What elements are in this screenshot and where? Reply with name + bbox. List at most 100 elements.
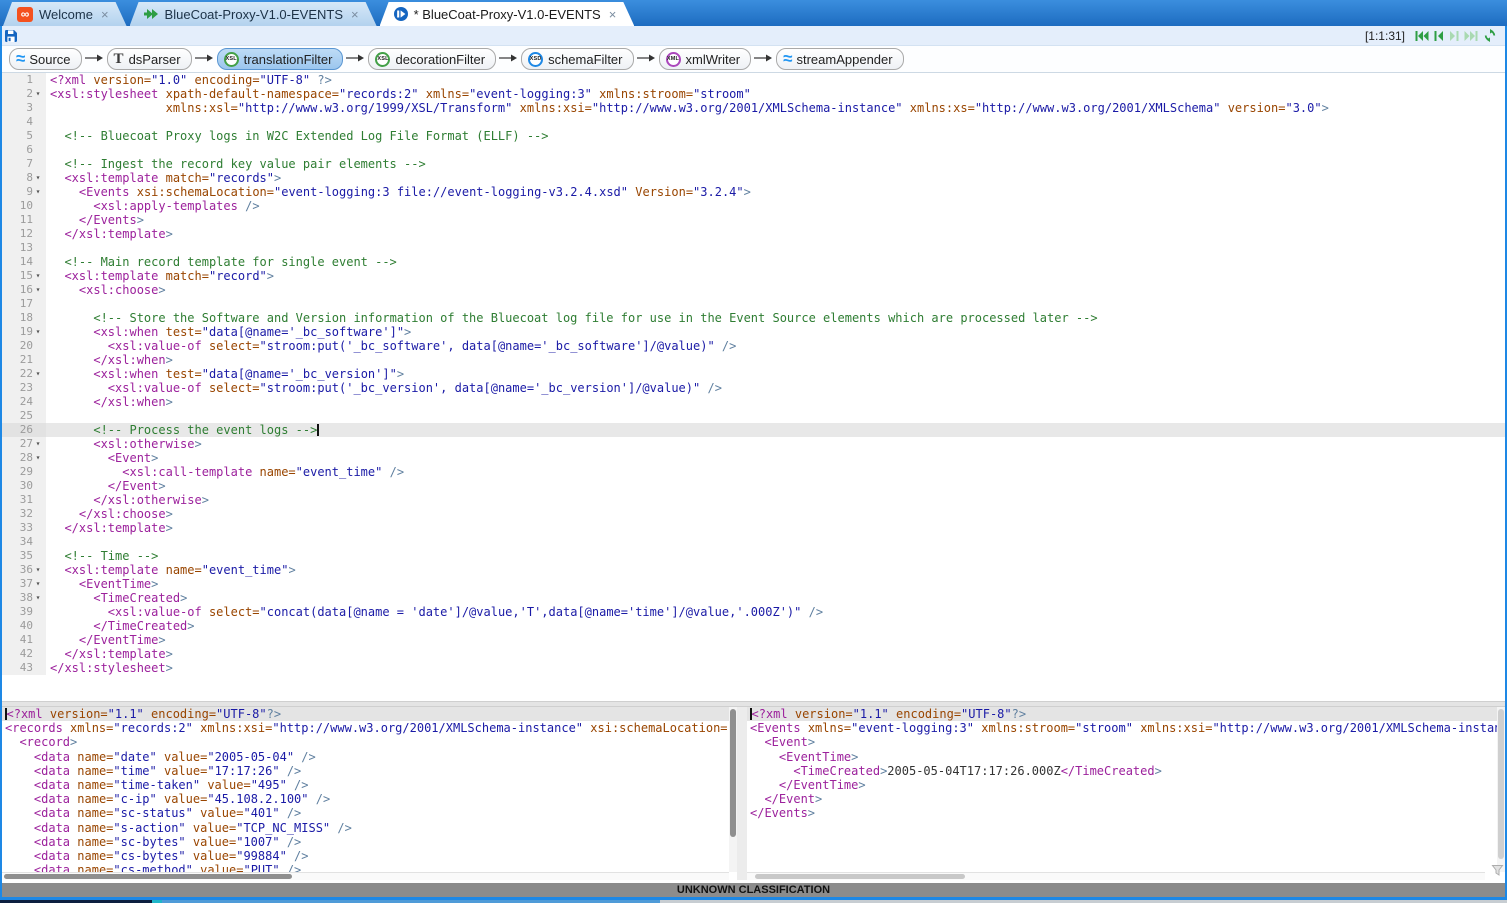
editor-line[interactable]: 7 <!-- Ingest the record key value pair … bbox=[2, 157, 1505, 171]
pipeline-element-Source[interactable]: ≈Source bbox=[9, 48, 82, 70]
xml-icon: XML bbox=[666, 52, 681, 67]
code-text: <!-- Store the Software and Version info… bbox=[46, 311, 1505, 325]
output-pane[interactable]: <?xml version="1.1" encoding="UTF-8"?><E… bbox=[747, 707, 1505, 880]
editor-line[interactable]: 26 <!-- Process the event logs --> bbox=[2, 423, 1505, 437]
editor-line[interactable]: 4 bbox=[2, 115, 1505, 129]
window-left-border bbox=[0, 26, 2, 899]
editor-line[interactable]: 17 bbox=[2, 297, 1505, 311]
editor-line[interactable]: 3 xmlns:xsl="http://www.w3.org/1999/XSL/… bbox=[2, 101, 1505, 115]
editor-line[interactable]: 24 </xsl:when> bbox=[2, 395, 1505, 409]
previous-page-icon[interactable] bbox=[1434, 30, 1444, 42]
editor-line[interactable]: 15▾ <xsl:template match="record"> bbox=[2, 269, 1505, 283]
editor-line[interactable]: 37▾ <EventTime> bbox=[2, 577, 1505, 591]
tab-close-icon[interactable]: × bbox=[101, 8, 109, 21]
editor-line[interactable]: 19▾ <xsl:when test="data[@name='_bc_soft… bbox=[2, 325, 1505, 339]
editor-line[interactable]: 34 bbox=[2, 535, 1505, 549]
editor-line[interactable]: 9▾ <Events xsi:schemaLocation="event-log… bbox=[2, 185, 1505, 199]
editor-line[interactable]: 32 </xsl:choose> bbox=[2, 507, 1505, 521]
first-page-icon[interactable] bbox=[1415, 30, 1429, 42]
code-text: </xsl:when> bbox=[46, 353, 1505, 367]
editor-line[interactable]: 43</xsl:stylesheet> bbox=[2, 661, 1505, 675]
editor-line[interactable]: 11 </Events> bbox=[2, 213, 1505, 227]
last-page-icon bbox=[1464, 30, 1478, 42]
tab-feed[interactable]: BlueCoat-Proxy-V1.0-EVENTS × bbox=[130, 2, 377, 26]
fold-spacer bbox=[33, 479, 43, 493]
pipeline-icon bbox=[394, 7, 408, 21]
editor-line[interactable]: 8▾ <xsl:template match="records"> bbox=[2, 171, 1505, 185]
scrollbar-thumb[interactable] bbox=[1498, 709, 1504, 859]
filter-icon[interactable] bbox=[1491, 864, 1504, 880]
fold-spacer bbox=[33, 381, 43, 395]
editor-line[interactable]: 18 <!-- Store the Software and Version i… bbox=[2, 311, 1505, 325]
pipeline-link-arrow bbox=[195, 50, 214, 68]
gutter-line-number: 32 bbox=[2, 507, 46, 521]
tab-xslt[interactable]: * BlueCoat-Proxy-V1.0-EVENTS× bbox=[380, 2, 635, 26]
gutter-line-number: 38▾ bbox=[2, 591, 46, 605]
editor-line[interactable]: 30 </Event> bbox=[2, 479, 1505, 493]
input-vertical-scrollbar[interactable] bbox=[729, 707, 737, 872]
tab-close-icon[interactable]: × bbox=[351, 8, 359, 21]
editor-line[interactable]: 2▾<xsl:stylesheet xpath-default-namespac… bbox=[2, 87, 1505, 101]
editor-line[interactable]: 16▾ <xsl:choose> bbox=[2, 283, 1505, 297]
pipeline-element-streamAppender[interactable]: ≈streamAppender bbox=[776, 48, 903, 70]
tab-welcome[interactable]: ∞Welcome× bbox=[3, 2, 127, 26]
editor-line[interactable]: 36▾ <xsl:template name="event_time"> bbox=[2, 563, 1505, 577]
editor-line[interactable]: 14 <!-- Main record template for single … bbox=[2, 255, 1505, 269]
editor-line[interactable]: 1<?xml version="1.0" encoding="UTF-8" ?> bbox=[2, 73, 1505, 87]
editor-line[interactable]: 35 <!-- Time --> bbox=[2, 549, 1505, 563]
output-vertical-scrollbar[interactable] bbox=[1497, 707, 1505, 872]
editor-line[interactable]: 10 <xsl:apply-templates /> bbox=[2, 199, 1505, 213]
xslt-editor[interactable]: 1<?xml version="1.0" encoding="UTF-8" ?>… bbox=[2, 73, 1505, 701]
editor-line[interactable]: 22▾ <xsl:when test="data[@name='_bc_vers… bbox=[2, 367, 1505, 381]
code-text: <!-- Bluecoat Proxy logs in W2C Extended… bbox=[46, 129, 1505, 143]
editor-line[interactable]: 13 bbox=[2, 241, 1505, 255]
save-icon[interactable] bbox=[4, 29, 18, 43]
tab-close-icon[interactable]: × bbox=[609, 8, 617, 21]
tab-label: BlueCoat-Proxy-V1.0-EVENTS bbox=[165, 7, 343, 22]
vertical-splitter[interactable] bbox=[737, 707, 747, 880]
editor-line[interactable]: 31 </xsl:otherwise> bbox=[2, 493, 1505, 507]
pipeline-element-decorationFilter[interactable]: XSLdecorationFilter bbox=[368, 48, 496, 70]
editor-line[interactable]: 23 <xsl:value-of select="stroom:put('_bc… bbox=[2, 381, 1505, 395]
editor-line[interactable]: 40 </TimeCreated> bbox=[2, 619, 1505, 633]
editor-line[interactable]: 41 </EventTime> bbox=[2, 633, 1505, 647]
gutter-line-number: 37▾ bbox=[2, 577, 46, 591]
pane-line: <EventTime> bbox=[747, 750, 1505, 764]
scrollbar-thumb[interactable] bbox=[730, 709, 736, 837]
gutter-line-number: 22▾ bbox=[2, 367, 46, 381]
pipeline-element-dsParser[interactable]: TdsParser bbox=[107, 48, 192, 70]
classification-banner: UNKNOWN CLASSIFICATION bbox=[0, 883, 1507, 897]
editor-line[interactable]: 5 <!-- Bluecoat Proxy logs in W2C Extend… bbox=[2, 129, 1505, 143]
pipeline-element-translationFilter[interactable]: XSLtranslationFilter bbox=[217, 48, 344, 70]
tab-label: Welcome bbox=[39, 7, 93, 22]
code-text: <!-- Process the event logs --> bbox=[46, 423, 1505, 437]
pipeline-element-xmlWriter[interactable]: XMLxmlWriter bbox=[659, 48, 752, 70]
editor-line[interactable]: 27▾ <xsl:otherwise> bbox=[2, 437, 1505, 451]
input-pane[interactable]: <?xml version="1.1" encoding="UTF-8"?><r… bbox=[2, 707, 737, 880]
input-horizontal-scrollbar[interactable] bbox=[2, 872, 729, 880]
editor-line[interactable]: 6 bbox=[2, 143, 1505, 157]
editor-line[interactable]: 39 <xsl:value-of select="concat(data[@na… bbox=[2, 605, 1505, 619]
stepper-controls: [1:1:31] bbox=[1365, 29, 1505, 43]
fold-spacer bbox=[33, 227, 43, 241]
scrollbar-thumb[interactable] bbox=[755, 874, 965, 879]
scrollbar-thumb[interactable] bbox=[4, 874, 292, 879]
editor-line[interactable]: 42 </xsl:template> bbox=[2, 647, 1505, 661]
editor-line[interactable]: 29 <xsl:call-template name="event_time" … bbox=[2, 465, 1505, 479]
editor-line[interactable]: 21 </xsl:when> bbox=[2, 353, 1505, 367]
refresh-icon bbox=[1483, 29, 1497, 42]
editor-line[interactable]: 33 </xsl:template> bbox=[2, 521, 1505, 535]
editor-line[interactable]: 20 <xsl:value-of select="stroom:put('_bc… bbox=[2, 339, 1505, 353]
editor-line[interactable]: 12 </xsl:template> bbox=[2, 227, 1505, 241]
fold-spacer bbox=[33, 339, 43, 353]
fold-spacer bbox=[33, 311, 43, 325]
refresh-icon[interactable] bbox=[1483, 29, 1497, 42]
code-text: <xsl:template match="record"> bbox=[46, 269, 1505, 283]
editor-line[interactable]: 28▾ <Event> bbox=[2, 451, 1505, 465]
output-horizontal-scrollbar[interactable] bbox=[747, 872, 1485, 880]
pipeline-element-schemaFilter[interactable]: XSDschemaFilter bbox=[521, 48, 633, 70]
code-text bbox=[46, 409, 1505, 423]
editor-line[interactable]: 25 bbox=[2, 409, 1505, 423]
gutter-line-number: 16▾ bbox=[2, 283, 46, 297]
editor-line[interactable]: 38▾ <TimeCreated> bbox=[2, 591, 1505, 605]
